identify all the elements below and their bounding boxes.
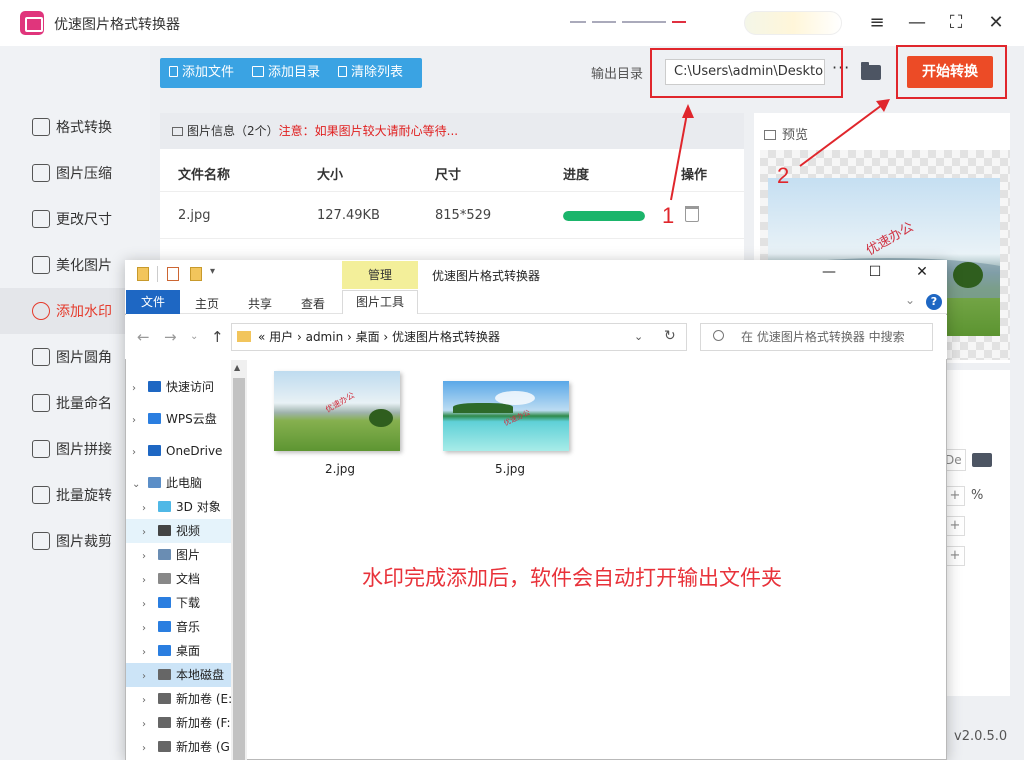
annotation-number-1: 1 (662, 203, 675, 228)
annotation-arrows (670, 99, 890, 201)
arrow-1 (670, 107, 689, 201)
arrow-2 (799, 101, 887, 167)
annotation-number-2: 2 (777, 163, 790, 188)
arrowhead-2 (876, 99, 890, 112)
arrowhead-1 (682, 104, 694, 118)
